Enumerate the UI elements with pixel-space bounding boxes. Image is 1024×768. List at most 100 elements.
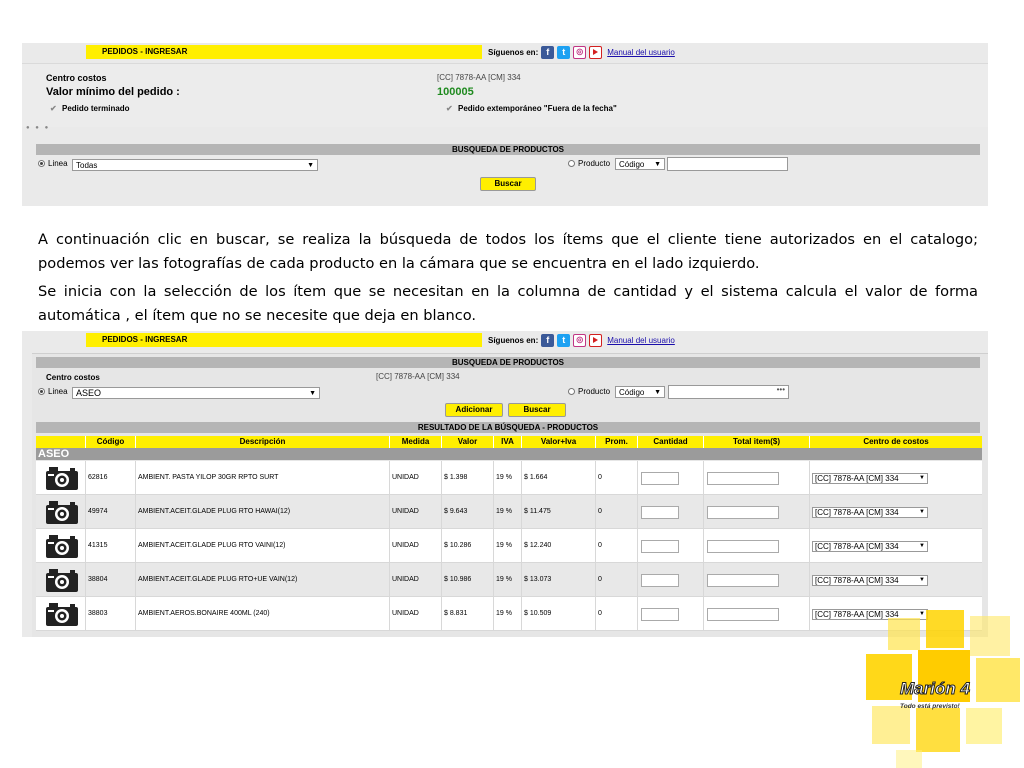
item-total-cell [704,495,810,528]
item-total-input[interactable] [707,540,779,553]
search-button-label: Buscar [523,405,551,414]
instagram-icon[interactable]: ◎ [573,333,587,347]
cell-valor_iva: $ 10.509 [522,597,596,630]
facebook-icon[interactable]: f [541,45,555,59]
search-section-header: BUSQUEDA DE PRODUCTOS [36,357,980,368]
prom-value: 0 [598,610,602,617]
product-filter-select[interactable]: Código ▼ [615,158,665,170]
cell-medida: UNIDAD [390,529,442,562]
line-radio[interactable]: Linea [38,387,68,396]
search-button[interactable]: Buscar [480,177,536,191]
table-row: 62816 AMBIENT. PASTA YILOP 30GR RPTO SURT… [36,461,982,495]
item-total-cell [704,529,810,562]
group-header: ASEO [36,448,982,460]
search-button[interactable]: Buscar [508,403,566,417]
product-radio[interactable]: Producto [568,387,610,396]
item-total-cell [704,461,810,494]
cell-medida: UNIDAD [390,563,442,596]
cell-valor_iva: $ 13.073 [522,563,596,596]
cell-codigo: 38804 [86,563,136,596]
cell-valor: $ 10.986 [442,563,494,596]
iva-value: 19 % [496,474,512,481]
twitter-icon[interactable]: t [557,333,571,347]
quantity-input[interactable] [641,540,679,553]
codigo-value: 41315 [88,542,108,549]
valor-value: $ 1.398 [444,474,468,481]
logo-tagline: Todo está previsto! [900,703,961,710]
page-header-bar: PEDIDOS - INGRESAR [86,45,482,59]
user-manual-link[interactable]: Manual del usuario [607,48,675,57]
table-row: 49974 AMBIENT.ACEIT.GLADE PLUG RTO HAWAI(… [36,495,982,529]
youtube-icon[interactable] [589,45,603,59]
chevron-down-icon: ▼ [919,577,925,583]
product-radio[interactable]: Producto [568,159,610,168]
cell-valor: $ 1.398 [442,461,494,494]
instagram-icon[interactable]: ◎ [573,45,587,59]
cost-center-select-value: [CC] 7878-AA [CM] 334 [815,508,899,517]
photo-cell [36,597,86,630]
photo-cell [36,495,86,528]
product-filter-select[interactable]: Código ▼ [615,386,665,398]
product-filter-value: Código [619,160,645,169]
item-total-input[interactable] [707,608,779,621]
camera-icon[interactable] [38,563,85,596]
camera-icon[interactable] [38,495,85,528]
chevron-down-icon: ▼ [919,509,925,515]
cost-center-select[interactable]: [CC] 7878-AA [CM] 334 ▼ [812,507,928,518]
results-table-header: Código Descripción Medida Valor IVA Valo… [36,436,982,448]
col-photo [36,436,86,448]
quantity-cell [638,495,704,528]
finished-order-label: Pedido terminado [62,104,130,113]
prom-value: 0 [598,542,602,549]
quantity-input[interactable] [641,608,679,621]
camera-icon[interactable] [38,597,85,630]
cell-iva: 19 % [494,495,522,528]
camera-icon[interactable] [38,461,85,494]
line-select[interactable]: Todas ▼ [72,159,318,171]
descripcion-value: AMBIENT.ACEIT.GLADE PLUG RTO HAWAI(12) [138,508,291,515]
cost-center-select[interactable]: [CC] 7878-AA [CM] 334 ▼ [812,473,928,484]
order-screen-results: PEDIDOS - INGRESAR Síguenos en: f t ◎ Ma… [22,331,988,637]
valor_iva-value: $ 11.475 [524,508,551,515]
cost-center-select[interactable]: [CC] 7878-AA [CM] 334 ▼ [812,541,928,552]
cell-valor: $ 8.831 [442,597,494,630]
photo-cell [36,563,86,596]
radio-unselected-icon [568,160,575,167]
quantity-input[interactable] [641,574,679,587]
cell-codigo: 62816 [86,461,136,494]
cost-center-cell: [CC] 7878-AA [CM] 334 ▼ [810,529,982,562]
add-button[interactable]: Adicionar [445,403,503,417]
valor_iva-value: $ 10.509 [524,610,552,617]
twitter-icon[interactable]: t [557,45,571,59]
table-row: 41315 AMBIENT.ACEIT.GLADE PLUG RTO VAINI(… [36,529,982,563]
cost-center-select-value: [CC] 7878-AA [CM] 334 [815,576,899,585]
search-button-label: Buscar [494,179,522,188]
line-select[interactable]: ASEO ▼ [72,387,320,399]
facebook-icon[interactable]: f [541,333,555,347]
cell-descripcion: AMBIENT.ACEIT.GLADE PLUG RTO VAINI(12) [136,529,390,562]
product-search-input[interactable]: ••• [668,385,789,399]
codigo-value: 62816 [88,474,108,481]
line-radio[interactable]: Linea [38,159,68,168]
check-icon: ✔ [446,103,453,113]
cell-prom: 0 [596,563,638,596]
item-total-input[interactable] [707,506,779,519]
cell-prom: 0 [596,597,638,630]
youtube-icon[interactable] [589,333,603,347]
cell-valor_iva: $ 11.475 [522,495,596,528]
cell-valor_iva: $ 1.664 [522,461,596,494]
medida-value: UNIDAD [392,576,419,583]
quantity-input[interactable] [641,506,679,519]
line-select-value: ASEO [76,388,102,398]
item-total-input[interactable] [707,472,779,485]
quantity-input[interactable] [641,472,679,485]
item-total-input[interactable] [707,574,779,587]
camera-icon[interactable] [38,529,85,562]
user-manual-link[interactable]: Manual del usuario [607,336,675,345]
product-search-input[interactable] [667,157,788,171]
finished-order-checkbox[interactable]: ✔ Pedido terminado [50,104,130,113]
cost-center-select[interactable]: [CC] 7878-AA [CM] 334 ▼ [812,575,928,586]
order-screen-top: PEDIDOS - INGRESAR Síguenos en: f t ◎ Ma… [22,43,988,206]
prom-value: 0 [598,576,602,583]
late-order-checkbox[interactable]: ✔ Pedido extemporáneo "Fuera de la fecha… [446,104,617,113]
